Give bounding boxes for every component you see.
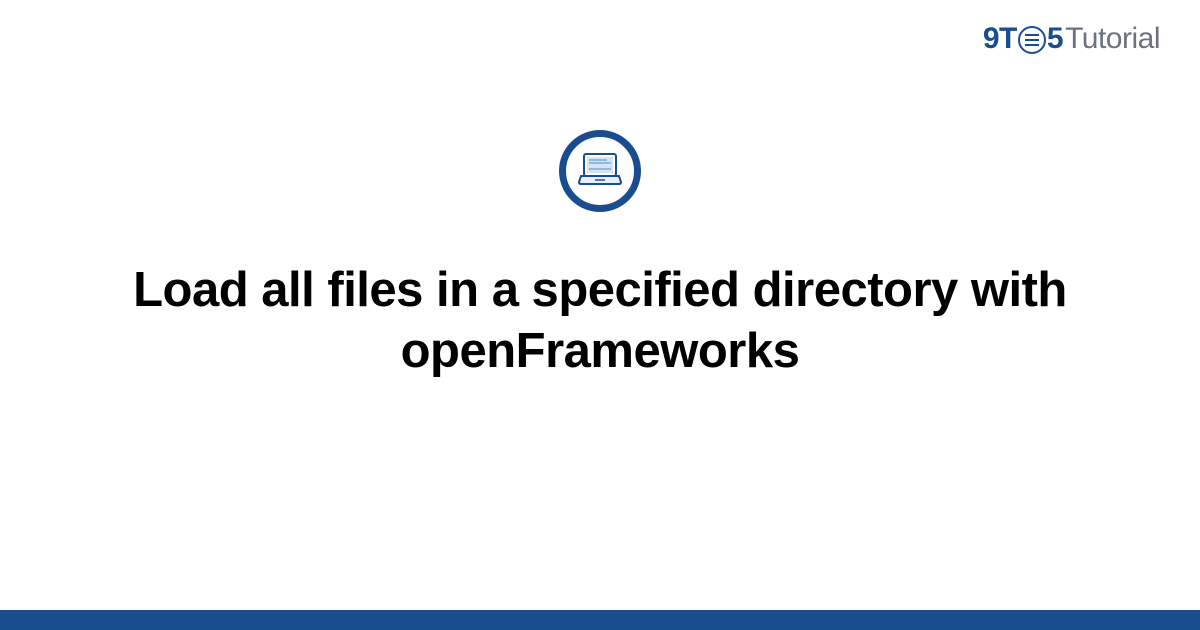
main-content: Load all files in a specified directory …	[0, 130, 1200, 383]
footer-bar	[0, 610, 1200, 630]
laptop-icon-circle	[559, 130, 641, 212]
page-title: Load all files in a specified directory …	[120, 260, 1080, 383]
logo-text-5: 5	[1047, 22, 1063, 56]
site-logo[interactable]: 9T 5 Tutorial	[983, 22, 1160, 56]
logo-text-9t: 9T	[983, 22, 1017, 56]
logo-text-tutorial: Tutorial	[1065, 22, 1160, 56]
laptop-icon	[577, 151, 623, 191]
logo-circle-icon	[1018, 26, 1046, 54]
